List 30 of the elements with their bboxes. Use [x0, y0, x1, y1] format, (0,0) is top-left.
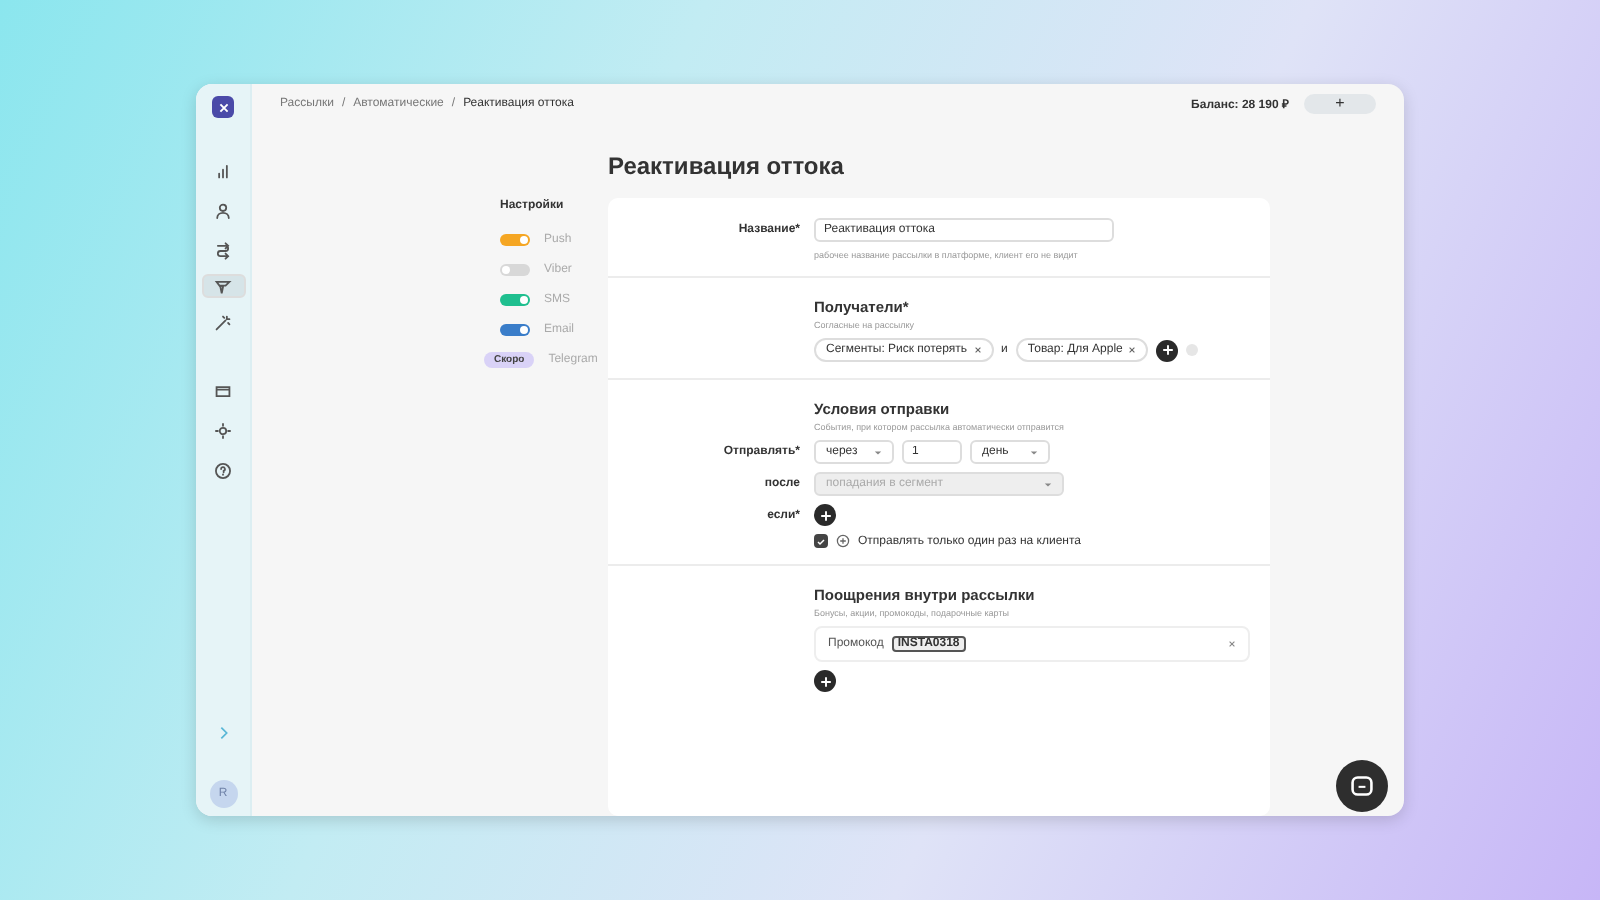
close-icon[interactable]	[1228, 640, 1236, 648]
close-icon[interactable]	[973, 346, 982, 354]
add-button[interactable]	[814, 504, 836, 526]
plus-icon	[1161, 344, 1174, 356]
logo-icon[interactable]	[212, 96, 234, 118]
nav-item[interactable]	[201, 274, 245, 298]
toggle-switch[interactable]	[500, 323, 530, 335]
toggle-switch[interactable]	[500, 233, 530, 245]
user-icon	[214, 201, 232, 219]
magic-wand-icon	[214, 313, 232, 331]
card-icon	[214, 381, 232, 399]
add-button[interactable]	[814, 670, 836, 692]
settings-icon	[214, 421, 232, 439]
route-icon	[214, 241, 232, 259]
caret-icon	[1044, 481, 1052, 487]
checkbox[interactable]	[814, 534, 828, 548]
add-button[interactable]: +	[1304, 94, 1376, 114]
toggle-switch[interactable]	[500, 263, 530, 275]
page-title: Реактивация оттока	[608, 152, 846, 180]
plus-icon	[819, 509, 831, 521]
toggle-switch[interactable]	[500, 293, 530, 305]
chat-icon	[1350, 774, 1374, 798]
caret-icon	[1030, 449, 1038, 455]
caret-icon	[874, 449, 882, 455]
help-icon	[214, 461, 232, 479]
close-icon[interactable]	[1128, 346, 1137, 354]
bar-chart-icon	[214, 161, 232, 179]
add-button[interactable]	[1156, 339, 1179, 361]
plus-icon	[819, 675, 831, 687]
funnel-icon	[213, 277, 231, 295]
